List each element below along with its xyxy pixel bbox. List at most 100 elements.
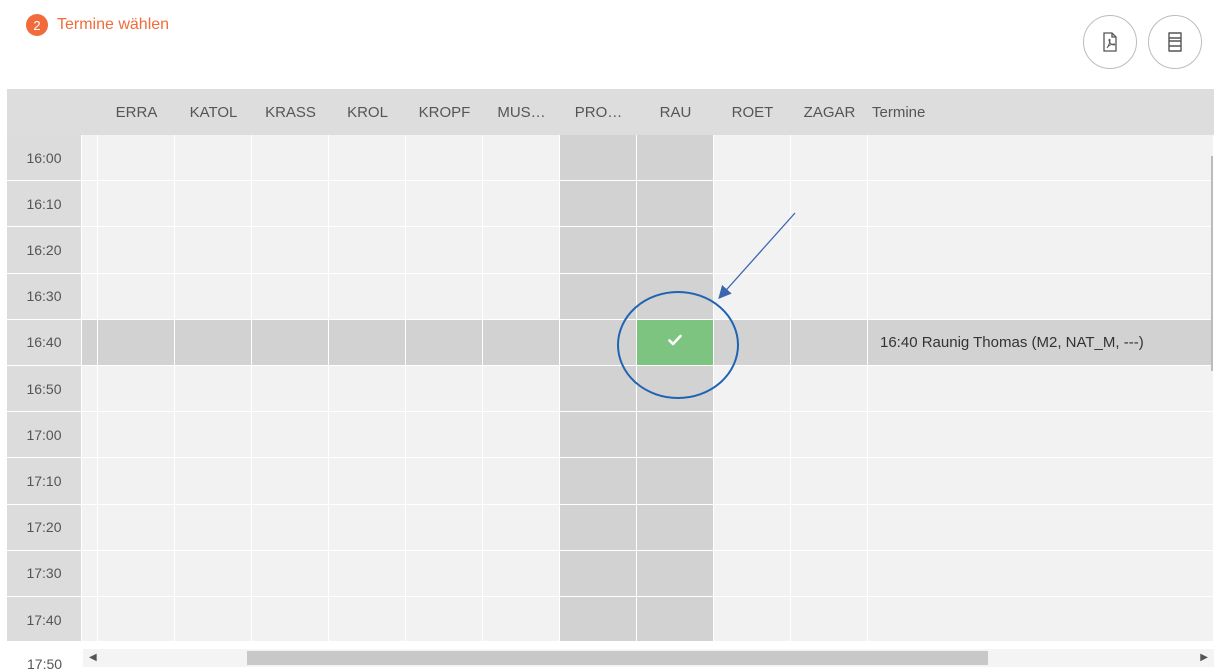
- time-slot[interactable]: [98, 366, 175, 413]
- time-slot[interactable]: [637, 135, 714, 182]
- time-slot[interactable]: [714, 550, 791, 597]
- time-slot[interactable]: [252, 504, 329, 551]
- time-slot[interactable]: [406, 181, 483, 228]
- time-slot[interactable]: [175, 504, 252, 551]
- time-slot[interactable]: [175, 227, 252, 274]
- time-slot[interactable]: [791, 319, 868, 366]
- time-slot[interactable]: [560, 412, 637, 459]
- time-slot[interactable]: [406, 458, 483, 505]
- time-slot[interactable]: [98, 458, 175, 505]
- time-slot[interactable]: [175, 597, 252, 641]
- time-slot[interactable]: [560, 135, 637, 182]
- time-slot[interactable]: [98, 227, 175, 274]
- time-slot[interactable]: [637, 597, 714, 641]
- time-slot[interactable]: [329, 597, 406, 641]
- time-slot[interactable]: [406, 135, 483, 182]
- time-slot[interactable]: [560, 458, 637, 505]
- time-slot[interactable]: [560, 366, 637, 413]
- time-slot[interactable]: [560, 273, 637, 320]
- time-slot[interactable]: [560, 319, 637, 366]
- time-slot[interactable]: [637, 504, 714, 551]
- time-slot[interactable]: [560, 227, 637, 274]
- time-slot[interactable]: [175, 412, 252, 459]
- column-header-kropf[interactable]: KROPF: [406, 89, 483, 135]
- time-slot[interactable]: [637, 227, 714, 274]
- time-slot[interactable]: [329, 227, 406, 274]
- column-header-mus[interactable]: MUS…: [483, 89, 560, 135]
- time-slot[interactable]: [175, 550, 252, 597]
- time-slot[interactable]: [98, 550, 175, 597]
- time-slot[interactable]: [714, 135, 791, 182]
- time-slot[interactable]: [175, 366, 252, 413]
- time-slot[interactable]: [791, 135, 868, 182]
- time-slot[interactable]: [483, 550, 560, 597]
- time-slot[interactable]: [252, 366, 329, 413]
- time-slot[interactable]: [791, 458, 868, 505]
- column-header-erra[interactable]: ERRA: [98, 89, 175, 135]
- time-slot[interactable]: [98, 181, 175, 228]
- time-slot[interactable]: [483, 504, 560, 551]
- time-slot[interactable]: [791, 412, 868, 459]
- scrollbar-thumb[interactable]: [247, 651, 988, 665]
- time-slot[interactable]: [329, 412, 406, 459]
- time-slot[interactable]: [483, 135, 560, 182]
- time-slot[interactable]: [406, 504, 483, 551]
- time-slot[interactable]: [483, 227, 560, 274]
- time-slot[interactable]: [560, 597, 637, 641]
- column-header-roet[interactable]: ROET: [714, 89, 791, 135]
- time-slot[interactable]: [560, 181, 637, 228]
- time-slot[interactable]: [714, 181, 791, 228]
- time-slot[interactable]: [329, 366, 406, 413]
- time-slot[interactable]: [714, 273, 791, 320]
- time-slot[interactable]: [483, 319, 560, 366]
- time-slot[interactable]: [329, 550, 406, 597]
- time-slot[interactable]: [98, 597, 175, 641]
- column-header-katol[interactable]: KATOL: [175, 89, 252, 135]
- time-slot[interactable]: [637, 412, 714, 459]
- time-slot[interactable]: [252, 550, 329, 597]
- time-slot[interactable]: [329, 504, 406, 551]
- time-slot[interactable]: [637, 458, 714, 505]
- time-slot[interactable]: [252, 227, 329, 274]
- time-slot[interactable]: [637, 366, 714, 413]
- time-slot[interactable]: [560, 550, 637, 597]
- time-slot[interactable]: [98, 319, 175, 366]
- column-header-krass[interactable]: KRASS: [252, 89, 329, 135]
- time-slot[interactable]: [252, 597, 329, 641]
- time-slot[interactable]: [637, 273, 714, 320]
- time-slot[interactable]: [406, 273, 483, 320]
- time-slot[interactable]: [329, 181, 406, 228]
- time-slot[interactable]: [329, 458, 406, 505]
- time-slot[interactable]: [175, 319, 252, 366]
- time-slot[interactable]: [252, 181, 329, 228]
- time-slot[interactable]: [98, 273, 175, 320]
- time-slot[interactable]: [483, 597, 560, 641]
- time-slot[interactable]: [406, 412, 483, 459]
- time-slot[interactable]: [483, 273, 560, 320]
- horizontal-scrollbar[interactable]: ◀ ▶: [83, 649, 1214, 667]
- time-slot[interactable]: [175, 135, 252, 182]
- time-slot[interactable]: [175, 458, 252, 505]
- time-slot[interactable]: [714, 319, 791, 366]
- time-slot[interactable]: [791, 366, 868, 413]
- scroll-left-arrow-icon[interactable]: ◀: [89, 652, 97, 663]
- layout-toggle-button[interactable]: [1148, 15, 1202, 69]
- time-slot[interactable]: [329, 273, 406, 320]
- time-slot[interactable]: [175, 273, 252, 320]
- time-slot[interactable]: [329, 319, 406, 366]
- time-slot[interactable]: [98, 135, 175, 182]
- time-slot[interactable]: [714, 366, 791, 413]
- time-slot[interactable]: [714, 504, 791, 551]
- time-slot[interactable]: [483, 181, 560, 228]
- scroll-right-arrow-icon[interactable]: ▶: [1200, 652, 1208, 663]
- time-slot[interactable]: [714, 597, 791, 641]
- time-slot[interactable]: [637, 550, 714, 597]
- time-slot[interactable]: [329, 135, 406, 182]
- vertical-scrollbar[interactable]: [1211, 156, 1213, 371]
- column-header-rau[interactable]: RAU: [637, 89, 714, 135]
- time-slot[interactable]: [252, 412, 329, 459]
- time-slot[interactable]: [252, 458, 329, 505]
- time-slot[interactable]: [791, 227, 868, 274]
- time-slot[interactable]: [406, 366, 483, 413]
- pdf-export-button[interactable]: [1083, 15, 1137, 69]
